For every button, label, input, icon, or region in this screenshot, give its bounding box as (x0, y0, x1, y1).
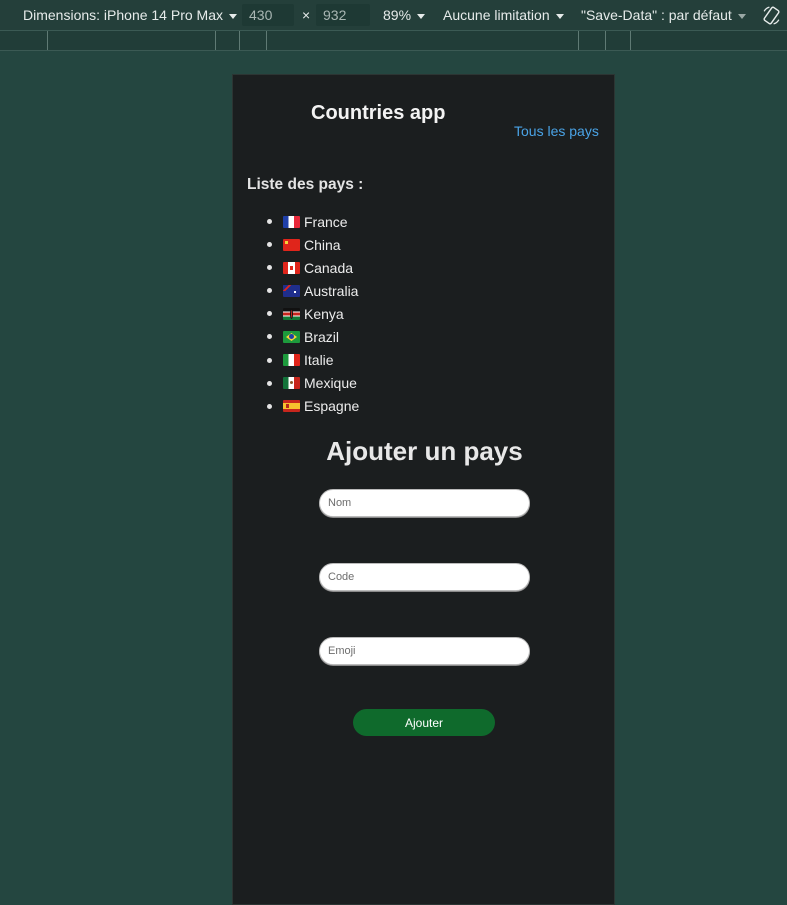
country-item-kenya[interactable]: Kenya (266, 302, 359, 325)
device-viewport: Countries app Tous les pays Liste des pa… (232, 74, 615, 905)
ruler-tick (630, 31, 631, 50)
throttle-label: Aucune limitation (443, 7, 550, 23)
brazil-flag-icon (283, 331, 300, 344)
rotate-icon (763, 5, 780, 25)
country-name: Brazil (304, 329, 340, 346)
throttle-select[interactable]: Aucune limitation (443, 0, 564, 30)
country-item-canada[interactable]: Canada (266, 256, 359, 279)
height-input[interactable]: 932 (316, 4, 370, 26)
country-name: Kenya (304, 305, 344, 322)
country-name: China (304, 236, 341, 253)
country-name: Espagne (304, 398, 360, 415)
ruler-tick (47, 31, 48, 50)
emoji-input[interactable] (319, 637, 530, 665)
country-item-china[interactable]: China (266, 233, 359, 256)
ruler-tick (215, 31, 216, 50)
country-item-espagne[interactable]: Espagne (266, 395, 360, 418)
devtools-device-toolbar: Dimensions: iPhone 14 Pro Max 430 × 932 … (0, 0, 787, 30)
country-name: Mexique (304, 375, 357, 392)
kenya-flag-icon (283, 307, 300, 320)
mexico-flag-icon (283, 377, 300, 390)
italy-flag-icon (283, 354, 300, 367)
device-select[interactable]: Dimensions: iPhone 14 Pro Max (23, 0, 237, 30)
ruler-tick (578, 31, 579, 50)
china-flag-icon (283, 238, 300, 251)
spain-flag-icon (283, 400, 300, 413)
country-item-australia[interactable]: Australia (266, 279, 359, 302)
ruler-tick (605, 31, 606, 50)
zoom-select[interactable]: 89% (383, 0, 426, 30)
all-countries-link[interactable]: Tous les pays (514, 123, 599, 139)
country-item-mexique[interactable]: Mexique (266, 372, 359, 395)
rotate-button[interactable] (761, 0, 782, 30)
app-title: Countries app (311, 102, 446, 124)
country-name: France (304, 213, 348, 230)
ruler-tick (266, 31, 267, 50)
country-name: Canada (304, 259, 354, 276)
chevron-down-icon (229, 13, 237, 19)
australia-flag-icon (283, 284, 300, 297)
form-title: Ajouter un pays (326, 436, 523, 466)
country-name: Australia (304, 282, 359, 299)
france-flag-icon (283, 215, 300, 228)
list-title: Liste des pays : (247, 176, 364, 193)
country-item-brazil[interactable]: Brazil (266, 325, 359, 348)
country-item-italie[interactable]: Italie (266, 349, 359, 372)
country-list: France China Canada Australia Kenya Braz… (266, 210, 360, 418)
chevron-down-icon (417, 13, 426, 19)
width-input[interactable]: 430 (242, 4, 294, 26)
zoom-label: 89% (383, 7, 412, 23)
chevron-down-icon (555, 13, 564, 19)
canada-flag-icon (283, 261, 300, 274)
ruler-tick (239, 31, 240, 50)
times-sign: × (302, 7, 311, 23)
device-label: Dimensions: iPhone 14 Pro Max (23, 7, 223, 23)
country-item-france[interactable]: France (266, 210, 359, 233)
country-name: Italie (304, 352, 334, 369)
code-input[interactable] (319, 563, 530, 591)
add-button[interactable]: Ajouter (353, 709, 495, 736)
name-input[interactable] (319, 489, 530, 517)
chevron-down-icon (737, 13, 746, 19)
save-data-label: "Save-Data" : par défaut (581, 7, 732, 23)
save-data-select[interactable]: "Save-Data" : par défaut (581, 0, 746, 30)
media-query-ruler (0, 30, 787, 51)
